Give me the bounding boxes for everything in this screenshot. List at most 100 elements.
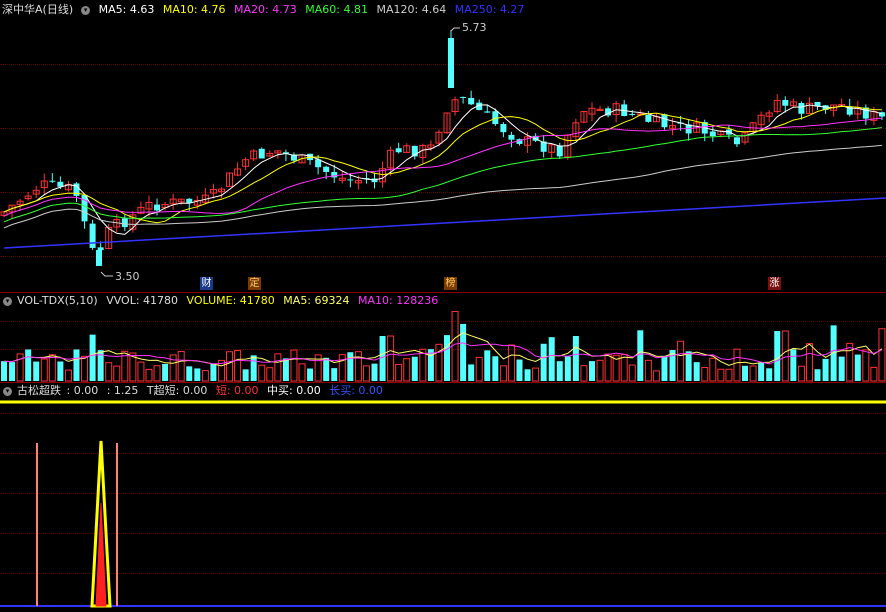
high-price-label: 5.73	[462, 21, 487, 34]
candle-body	[733, 137, 740, 145]
volume-label: VOLUME: 41780	[186, 294, 275, 307]
candle-body	[347, 179, 354, 181]
volume-bar	[468, 364, 475, 381]
volume-bar	[596, 359, 604, 382]
volume-bar	[628, 364, 636, 382]
volume-bar	[403, 358, 411, 382]
high-pointer	[450, 27, 460, 32]
volume-bar	[492, 356, 499, 381]
volume-header: ▾ VOL-TDX(5,10) VVOL: 41780 VOLUME: 41780…	[0, 293, 443, 309]
volume-bar	[790, 349, 797, 381]
volume-bar	[234, 349, 242, 382]
volume-bar	[484, 350, 491, 381]
volume-bar	[540, 343, 547, 381]
candle-body	[323, 166, 330, 173]
volume-bar	[89, 334, 96, 381]
volume-bar	[177, 350, 185, 382]
volume-bar	[814, 369, 821, 381]
event-marker-list[interactable]: 榜	[444, 277, 457, 290]
volume-bar	[846, 342, 854, 382]
vol-ma10-label: MA10: 128236	[358, 294, 439, 307]
candle-body	[460, 96, 467, 98]
candle-body	[645, 114, 652, 122]
volume-bar	[588, 361, 595, 381]
candle-body	[96, 250, 102, 266]
volume-bar	[677, 340, 685, 382]
vvol-label: VVOL: 41780	[106, 294, 179, 307]
volume-bar	[73, 349, 80, 381]
ma250-label: MA250: 4.27	[454, 3, 525, 16]
volume-bar	[282, 358, 289, 381]
volume-bar	[266, 367, 274, 382]
volume-bar	[331, 368, 338, 381]
event-marker-finance[interactable]: 财	[200, 277, 213, 290]
candle-body	[508, 134, 515, 140]
volume-bar	[733, 348, 741, 382]
oversold-indicator-chart[interactable]	[0, 383, 886, 612]
volume-bar	[758, 362, 765, 381]
volume-bar	[338, 354, 346, 382]
volume-bar	[854, 354, 861, 381]
volume-bar	[742, 365, 749, 381]
collapse-toggle-icon[interactable]: ▾	[81, 5, 91, 15]
volume-bar	[186, 366, 193, 381]
volume-bar	[564, 356, 571, 381]
candle-body	[258, 148, 265, 159]
indicator-value-1: : 0.00	[66, 384, 99, 397]
ma10-label: MA10: 4.76	[162, 3, 226, 16]
volume-bar	[411, 356, 418, 381]
volume-bar	[709, 357, 717, 382]
long-buy-label: 长买: 0.00	[329, 384, 383, 397]
volume-bar	[153, 365, 161, 382]
volume-bar	[201, 370, 209, 382]
volume-bar	[766, 368, 773, 381]
collapse-toggle-icon[interactable]: ▾	[3, 386, 12, 396]
ma20-line	[3, 117, 882, 217]
candle-body	[484, 111, 491, 113]
price-pane[interactable]: 深中华A(日线) ▾ MA5: 4.63 MA10: 4.76 MA20: 4.7…	[0, 0, 886, 292]
volume-bar	[354, 351, 362, 382]
volume-bar	[57, 361, 64, 381]
volume-bar	[620, 354, 628, 382]
volume-bar	[258, 364, 266, 382]
volume-bar	[838, 356, 845, 381]
vol-ma5-label: MA5: 69324	[283, 294, 350, 307]
candle-body	[661, 114, 668, 128]
volume-bar	[145, 368, 153, 382]
volume-bar	[516, 359, 523, 381]
event-marker-limit-up[interactable]: 涨	[768, 277, 781, 290]
candlestick-chart[interactable]	[0, 0, 886, 292]
volume-bar	[652, 370, 660, 382]
volume-bar	[781, 330, 789, 382]
volume-bar	[661, 355, 668, 381]
volume-bar	[194, 368, 201, 381]
candle-body	[556, 145, 563, 157]
volume-bar	[451, 310, 459, 382]
volume-bar	[347, 352, 354, 381]
event-marker-placement[interactable]: 定	[248, 277, 261, 290]
volume-bar	[48, 354, 56, 382]
candle-body	[154, 204, 161, 211]
volume-bar	[444, 335, 450, 381]
volume-bar	[870, 366, 878, 382]
candle-body	[798, 102, 805, 114]
mid-buy-label: 中买: 0.00	[267, 384, 321, 397]
collapse-toggle-icon[interactable]: ▾	[3, 296, 12, 306]
volume-bar	[9, 362, 16, 381]
low-price-label: 3.50	[115, 270, 140, 283]
price-header: 深中华A(日线) ▾ MA5: 4.63 MA10: 4.76 MA20: 4.7…	[0, 2, 529, 18]
indicator-value-2: : 1.25	[106, 384, 139, 397]
volume-bar	[64, 369, 72, 382]
low-pointer	[100, 271, 113, 277]
volume-bar	[274, 353, 282, 382]
indicator-pane[interactable]: ▾ 古松超跌 : 0.00 : 1.25 T超短: 0.00 短: 0.00 中买…	[0, 383, 886, 612]
volume-pane[interactable]: ▾ VOL-TDX(5,10) VVOL: 41780 VOLUME: 41780…	[0, 293, 886, 382]
volume-bar	[210, 363, 217, 381]
candle-body	[448, 38, 454, 88]
candle-body	[395, 148, 402, 153]
volume-bar	[242, 369, 249, 381]
volume-bar	[40, 358, 48, 382]
volume-bar	[774, 331, 781, 381]
candle-body	[89, 223, 96, 248]
candle-body	[468, 97, 475, 105]
